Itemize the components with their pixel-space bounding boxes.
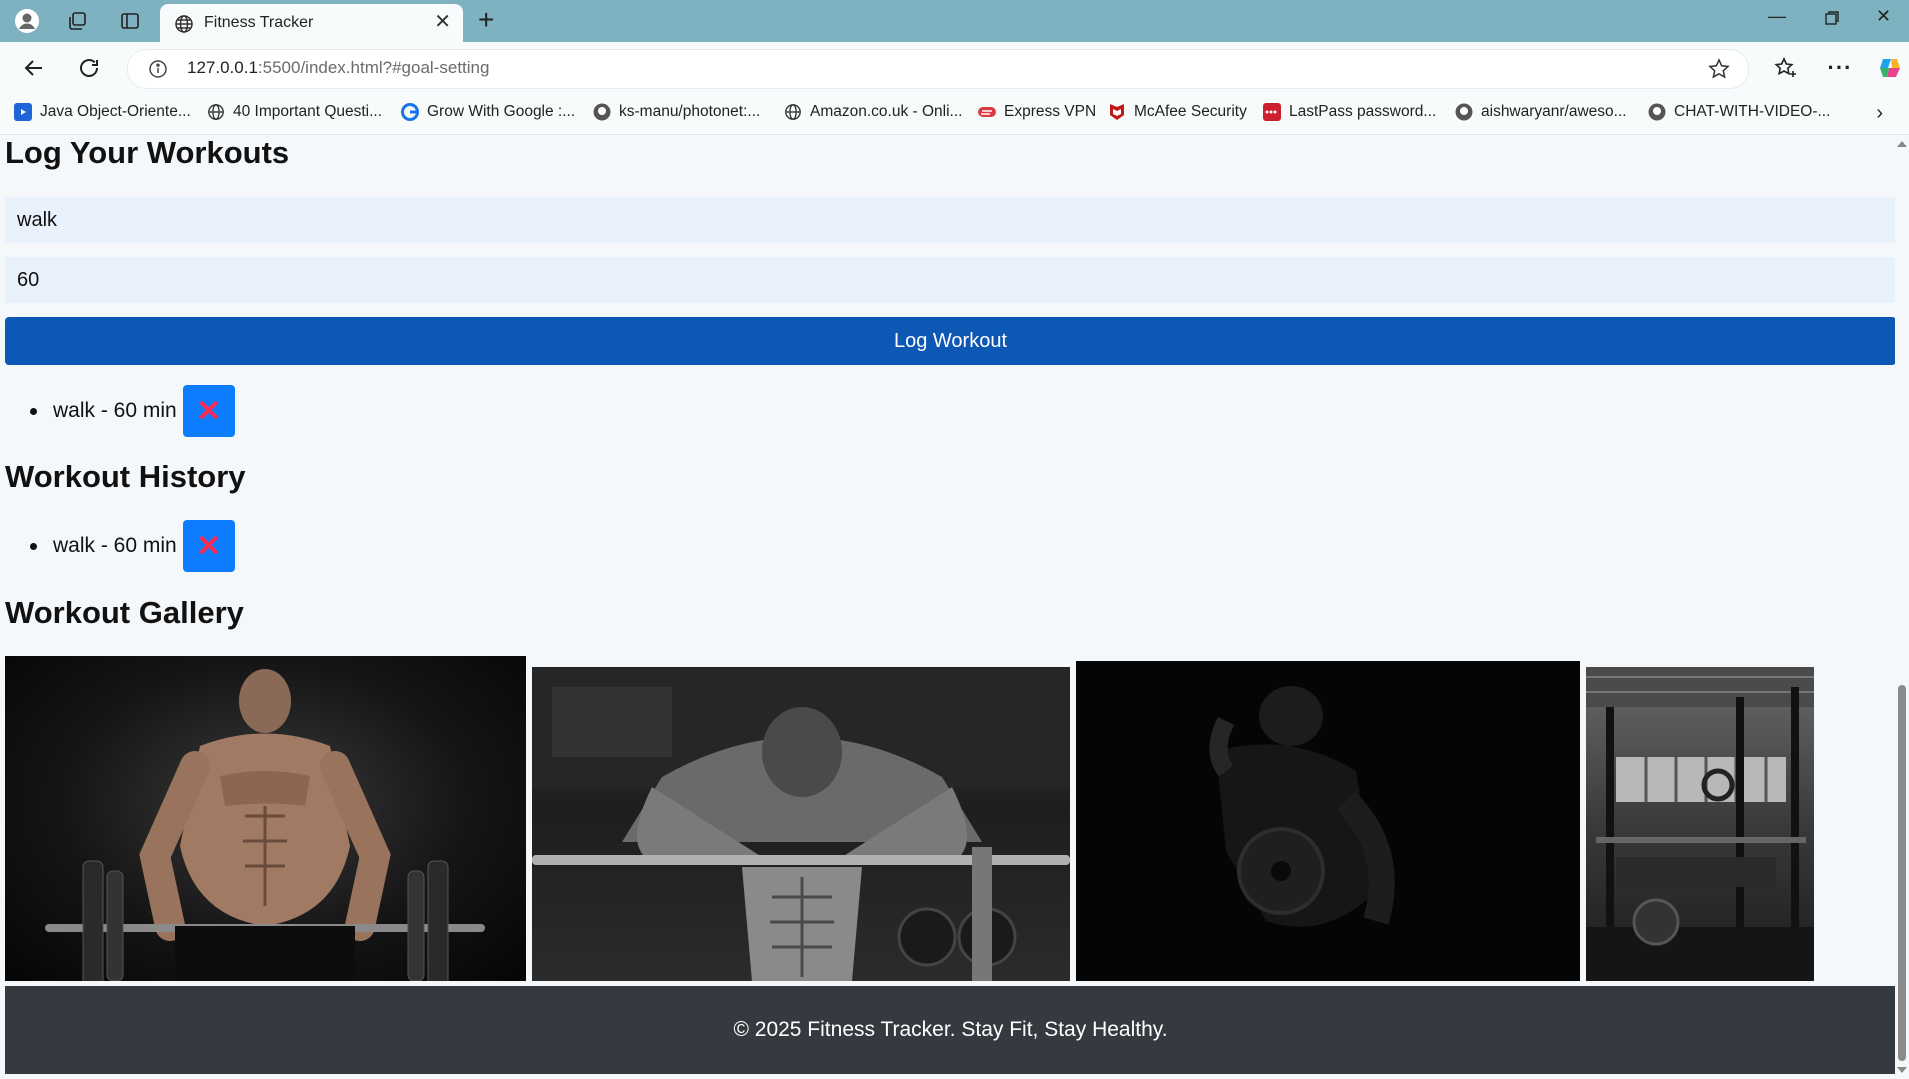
address-bar[interactable]: 127.0.0.1:5500/index.html?#goal-setting — [127, 49, 1749, 89]
bookmarks-bar: Java Object-Oriente... 40 Important Ques… — [0, 94, 1909, 135]
list-item: walk - 60 min ✕ — [30, 385, 235, 437]
tab-fitness-tracker[interactable]: Fitness Tracker ✕ — [160, 4, 463, 42]
footer-text: © 2025 Fitness Tracker. Stay Fit, Stay H… — [733, 1018, 1168, 1041]
bookmark-item[interactable]: McAfee Security — [1108, 103, 1247, 121]
duration-input[interactable]: 60 — [5, 257, 1895, 303]
bookmark-item[interactable]: Amazon.co.uk - Onli... — [784, 103, 962, 121]
gym-rack-photo — [1586, 667, 1814, 981]
bookmark-item[interactable]: LastPass password... — [1263, 103, 1436, 121]
url-text: 127.0.0.1:5500/index.html?#goal-setting — [187, 58, 490, 77]
history-section-title: Workout History — [5, 459, 246, 494]
close-tab-icon[interactable]: ✕ — [434, 12, 451, 32]
bookmark-label: LastPass password... — [1289, 103, 1437, 120]
bookmark-item[interactable]: Java Object-Oriente... — [14, 103, 191, 121]
bookmark-label: ks-manu/photonet:... — [619, 103, 761, 120]
man-leaning-on-bar-photo — [532, 667, 1070, 981]
gallery-section-title: Workout Gallery — [5, 595, 244, 630]
back-icon[interactable] — [20, 54, 48, 82]
bookmark-label: Grow With Google :... — [427, 103, 576, 120]
favorite-star-icon[interactable] — [1708, 58, 1730, 85]
bookmark-label: CHAT-WITH-VIDEO-... — [1674, 103, 1831, 120]
scroll-down-icon[interactable] — [1897, 1067, 1907, 1073]
bullet — [30, 407, 37, 415]
bookmark-item[interactable]: CHAT-WITH-VIDEO-... — [1648, 103, 1830, 121]
restore-icon[interactable] — [1824, 10, 1840, 31]
bookmark-label: Java Object-Oriente... — [40, 103, 191, 120]
log-section-title: Log Your Workouts — [5, 135, 290, 170]
bookmark-label: aishwaryanr/aweso... — [1481, 103, 1627, 120]
delete-history-button[interactable]: ✕ — [182, 520, 235, 572]
globe-icon — [784, 103, 802, 121]
expressvpn-icon — [978, 103, 996, 121]
workout-entry-text: walk - 60 min — [53, 399, 177, 422]
tab-title: Fitness Tracker — [204, 14, 314, 31]
site-info-icon[interactable] — [148, 59, 168, 84]
github-icon — [1648, 103, 1666, 121]
delete-workout-button[interactable]: ✕ — [182, 385, 235, 437]
bookmark-label: Express VPN — [1004, 103, 1097, 120]
close-icon: ✕ — [196, 394, 222, 428]
github-icon — [1455, 103, 1473, 121]
exercise-input[interactable]: walk — [5, 197, 1895, 243]
bookmark-item[interactable]: ks-manu/photonet:... — [593, 103, 760, 121]
bookmark-label: 40 Important Questi... — [233, 103, 383, 120]
bookmark-label: Amazon.co.uk - Onli... — [810, 103, 963, 120]
lastpass-icon — [1263, 103, 1281, 121]
scroll-thumb[interactable] — [1898, 685, 1906, 1061]
bookmark-item[interactable]: 40 Important Questi... — [207, 103, 382, 121]
favorites-icon[interactable] — [1772, 54, 1800, 82]
github-icon — [593, 103, 611, 121]
mcafee-icon — [1108, 103, 1126, 121]
workspaces-icon[interactable] — [64, 8, 90, 34]
minimize-icon[interactable]: — — [1768, 6, 1786, 27]
close-window-icon[interactable]: ✕ — [1876, 6, 1891, 27]
list-item: walk - 60 min ✕ — [30, 520, 235, 572]
globe-icon — [174, 14, 194, 39]
vertical-scrollbar[interactable] — [1895, 135, 1909, 1079]
log-workout-button[interactable]: Log Workout — [5, 317, 1895, 365]
globe-icon — [207, 103, 225, 121]
copilot-icon[interactable] — [1876, 54, 1904, 82]
scroll-up-icon[interactable] — [1897, 141, 1907, 147]
dark-weight-plate-photo — [1076, 661, 1580, 981]
page-footer: © 2025 Fitness Tracker. Stay Fit, Stay H… — [5, 986, 1895, 1074]
chevron-right-icon[interactable]: › — [1876, 102, 1883, 125]
close-icon: ✕ — [196, 529, 222, 563]
reload-icon[interactable] — [75, 54, 103, 82]
bookmark-item[interactable]: Express VPN — [978, 103, 1096, 121]
bookmark-item[interactable]: Grow With Google :... — [401, 103, 575, 121]
video-icon — [14, 103, 32, 121]
barbell-curl-photo — [5, 656, 526, 981]
bookmark-label: McAfee Security — [1134, 103, 1247, 120]
tab-actions-icon[interactable] — [117, 8, 143, 34]
google-icon — [401, 103, 419, 121]
workout-entry-text: walk - 60 min — [53, 534, 177, 557]
bullet — [30, 542, 37, 550]
page-content: Log Your Workouts walk 60 Log Workout wa… — [0, 135, 1895, 1079]
new-tab-icon[interactable]: + — [478, 6, 494, 34]
more-options-icon[interactable]: ··· — [1826, 54, 1854, 82]
bookmark-item[interactable]: aishwaryanr/aweso... — [1455, 103, 1627, 121]
browser-toolbar: 127.0.0.1:5500/index.html?#goal-setting … — [0, 42, 1909, 94]
browser-title-bar: Fitness Tracker ✕ + — ✕ — [0, 0, 1909, 42]
profile-icon[interactable] — [14, 8, 40, 34]
